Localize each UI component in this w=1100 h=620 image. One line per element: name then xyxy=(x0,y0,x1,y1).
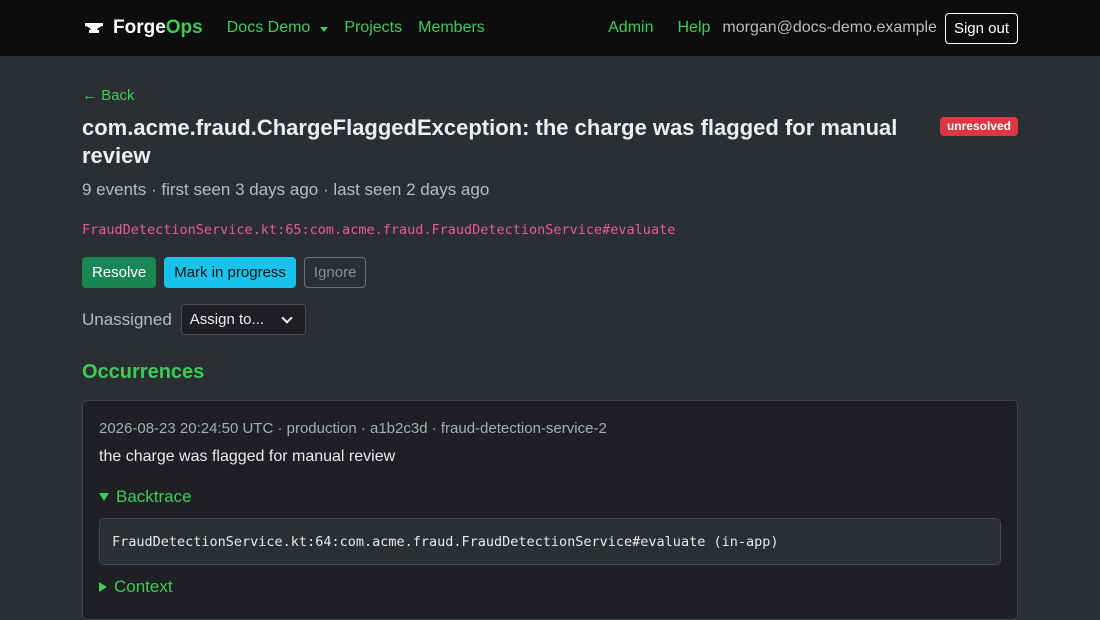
resolve-button[interactable]: Resolve xyxy=(82,257,157,288)
issue-actions: Resolve Mark in progress Ignore xyxy=(82,257,1018,288)
nav-members-link[interactable]: Members xyxy=(418,19,485,37)
backtrace-label: Backtrace xyxy=(116,487,192,506)
status-badge: unresolved xyxy=(939,117,1018,136)
context-label: Context xyxy=(114,577,173,596)
nav-admin-link[interactable]: Admin xyxy=(608,19,653,37)
ignore-button[interactable]: Ignore xyxy=(303,257,367,288)
chevron-down-icon xyxy=(281,311,293,324)
issue-title-row: com.acme.fraud.ChargeFlaggedException: t… xyxy=(82,114,1018,170)
brand-name: Forge xyxy=(113,17,166,38)
assign-select[interactable]: Assign to... xyxy=(180,304,306,335)
anvil-icon xyxy=(85,23,103,33)
user-email: morgan@docs-demo.example xyxy=(722,19,937,36)
back-link[interactable]: ← Back xyxy=(82,87,135,104)
assign-select-value: Assign to... xyxy=(189,311,264,328)
nav-right: Admin Help morgan@docs-demo.example Sign… xyxy=(608,12,1018,44)
back-link-label: ← Back xyxy=(82,87,135,104)
occurrence-message: the charge was flagged for manual review xyxy=(99,448,396,465)
sign-out-button[interactable]: Sign out xyxy=(944,12,1018,44)
issue-summary: 9 events · first seen 3 days ago · last … xyxy=(82,180,490,199)
occurrence-meta: 2026-08-23 20:24:50 UTC · production · a… xyxy=(99,420,607,437)
triangle-down-icon xyxy=(99,493,109,501)
mark-in-progress-button[interactable]: Mark in progress xyxy=(164,257,296,288)
occurrence-card: 2026-08-23 20:24:50 UTC · production · a… xyxy=(82,400,1018,620)
assignee-label: Unassigned xyxy=(82,309,172,329)
assignee-row: Unassigned Assign to... xyxy=(82,304,1018,335)
project-dropdown-label: Docs Demo xyxy=(226,19,311,36)
issue-culprit: FraudDetectionService.kt:65:com.acme.fra… xyxy=(82,222,676,238)
backtrace-frame: FraudDetectionService.kt:64:com.acme.fra… xyxy=(99,518,1001,565)
triangle-right-icon xyxy=(99,582,107,592)
brand-name-accent: Ops xyxy=(165,17,203,38)
nav-help-link[interactable]: Help xyxy=(677,19,710,37)
nav-projects-link[interactable]: Projects xyxy=(344,19,402,37)
project-dropdown[interactable]: Docs Demo xyxy=(227,19,329,37)
issue-title: com.acme.fraud.ChargeFlaggedException: t… xyxy=(82,115,898,168)
top-navbar: ForgeOps Docs Demo Projects Members Admi… xyxy=(0,0,1100,56)
issue-detail: ← Back com.acme.fraud.ChargeFlaggedExcep… xyxy=(0,56,1100,620)
primary-nav: Docs Demo Projects Members xyxy=(227,19,485,37)
brand-logo[interactable]: ForgeOps xyxy=(84,17,203,39)
backtrace-toggle[interactable]: Backtrace xyxy=(99,487,192,507)
caret-down-icon xyxy=(320,26,329,32)
occurrences-heading: Occurrences xyxy=(82,361,205,383)
context-toggle[interactable]: Context xyxy=(99,577,173,597)
